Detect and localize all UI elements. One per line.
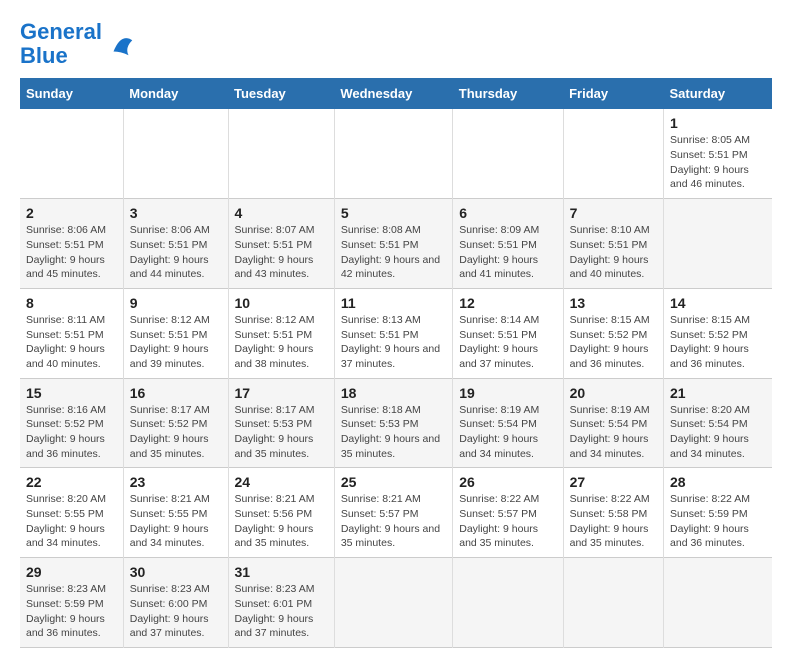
calendar-day: 21Sunrise: 8:20 AMSunset: 5:54 PMDayligh… bbox=[664, 378, 772, 468]
weekday-header-monday: Monday bbox=[123, 78, 228, 109]
calendar-day-empty bbox=[123, 109, 228, 198]
calendar-day: 17Sunrise: 8:17 AMSunset: 5:53 PMDayligh… bbox=[228, 378, 334, 468]
calendar-day: 26Sunrise: 8:22 AMSunset: 5:57 PMDayligh… bbox=[453, 468, 563, 558]
calendar-day: 4Sunrise: 8:07 AMSunset: 5:51 PMDaylight… bbox=[228, 199, 334, 289]
calendar-day: 30Sunrise: 8:23 AMSunset: 6:00 PMDayligh… bbox=[123, 558, 228, 648]
calendar-day: 7Sunrise: 8:10 AMSunset: 5:51 PMDaylight… bbox=[563, 199, 663, 289]
calendar-day: 25Sunrise: 8:21 AMSunset: 5:57 PMDayligh… bbox=[334, 468, 452, 558]
calendar-day: 11Sunrise: 8:13 AMSunset: 5:51 PMDayligh… bbox=[334, 288, 452, 378]
calendar-day: 29Sunrise: 8:23 AMSunset: 5:59 PMDayligh… bbox=[20, 558, 123, 648]
calendar-week-row: 8Sunrise: 8:11 AMSunset: 5:51 PMDaylight… bbox=[20, 288, 772, 378]
calendar-day: 16Sunrise: 8:17 AMSunset: 5:52 PMDayligh… bbox=[123, 378, 228, 468]
calendar-day-empty bbox=[20, 109, 123, 198]
logo-icon bbox=[106, 29, 136, 59]
calendar-day: 19Sunrise: 8:19 AMSunset: 5:54 PMDayligh… bbox=[453, 378, 563, 468]
logo-text: GeneralBlue bbox=[20, 20, 102, 68]
calendar-day-empty bbox=[664, 558, 772, 648]
calendar-day: 27Sunrise: 8:22 AMSunset: 5:58 PMDayligh… bbox=[563, 468, 663, 558]
calendar-day: 22Sunrise: 8:20 AMSunset: 5:55 PMDayligh… bbox=[20, 468, 123, 558]
calendar-body: 1Sunrise: 8:05 AMSunset: 5:51 PMDaylight… bbox=[20, 109, 772, 647]
calendar-day-empty bbox=[563, 109, 663, 198]
calendar-day: 12Sunrise: 8:14 AMSunset: 5:51 PMDayligh… bbox=[453, 288, 563, 378]
calendar-day-empty bbox=[228, 109, 334, 198]
calendar-day: 31Sunrise: 8:23 AMSunset: 6:01 PMDayligh… bbox=[228, 558, 334, 648]
logo: GeneralBlue bbox=[20, 20, 136, 68]
calendar-day: 13Sunrise: 8:15 AMSunset: 5:52 PMDayligh… bbox=[563, 288, 663, 378]
calendar-week-row: 22Sunrise: 8:20 AMSunset: 5:55 PMDayligh… bbox=[20, 468, 772, 558]
calendar-week-row: 1Sunrise: 8:05 AMSunset: 5:51 PMDaylight… bbox=[20, 109, 772, 198]
calendar-day: 23Sunrise: 8:21 AMSunset: 5:55 PMDayligh… bbox=[123, 468, 228, 558]
calendar-week-row: 15Sunrise: 8:16 AMSunset: 5:52 PMDayligh… bbox=[20, 378, 772, 468]
calendar-day: 15Sunrise: 8:16 AMSunset: 5:52 PMDayligh… bbox=[20, 378, 123, 468]
calendar-day: 20Sunrise: 8:19 AMSunset: 5:54 PMDayligh… bbox=[563, 378, 663, 468]
weekday-header-sunday: Sunday bbox=[20, 78, 123, 109]
calendar-header: SundayMondayTuesdayWednesdayThursdayFrid… bbox=[20, 78, 772, 109]
calendar-day: 8Sunrise: 8:11 AMSunset: 5:51 PMDaylight… bbox=[20, 288, 123, 378]
calendar-day: 28Sunrise: 8:22 AMSunset: 5:59 PMDayligh… bbox=[664, 468, 772, 558]
calendar-week-row: 29Sunrise: 8:23 AMSunset: 5:59 PMDayligh… bbox=[20, 558, 772, 648]
calendar-day: 5Sunrise: 8:08 AMSunset: 5:51 PMDaylight… bbox=[334, 199, 452, 289]
calendar-day: 6Sunrise: 8:09 AMSunset: 5:51 PMDaylight… bbox=[453, 199, 563, 289]
calendar-day-empty bbox=[334, 109, 452, 198]
calendar-day: 10Sunrise: 8:12 AMSunset: 5:51 PMDayligh… bbox=[228, 288, 334, 378]
calendar-day: 3Sunrise: 8:06 AMSunset: 5:51 PMDaylight… bbox=[123, 199, 228, 289]
calendar-table: SundayMondayTuesdayWednesdayThursdayFrid… bbox=[20, 78, 772, 648]
calendar-day-empty bbox=[453, 109, 563, 198]
weekday-header-saturday: Saturday bbox=[664, 78, 772, 109]
calendar-day: 9Sunrise: 8:12 AMSunset: 5:51 PMDaylight… bbox=[123, 288, 228, 378]
weekday-header-wednesday: Wednesday bbox=[334, 78, 452, 109]
calendar-day-empty bbox=[664, 199, 772, 289]
weekday-header-friday: Friday bbox=[563, 78, 663, 109]
weekday-header-tuesday: Tuesday bbox=[228, 78, 334, 109]
calendar-day-empty bbox=[563, 558, 663, 648]
calendar-week-row: 2Sunrise: 8:06 AMSunset: 5:51 PMDaylight… bbox=[20, 199, 772, 289]
calendar-day-empty bbox=[453, 558, 563, 648]
weekday-header-row: SundayMondayTuesdayWednesdayThursdayFrid… bbox=[20, 78, 772, 109]
calendar-day: 14Sunrise: 8:15 AMSunset: 5:52 PMDayligh… bbox=[664, 288, 772, 378]
page-header: GeneralBlue bbox=[20, 20, 772, 68]
weekday-header-thursday: Thursday bbox=[453, 78, 563, 109]
calendar-day-empty bbox=[334, 558, 452, 648]
calendar-day: 24Sunrise: 8:21 AMSunset: 5:56 PMDayligh… bbox=[228, 468, 334, 558]
calendar-day: 1Sunrise: 8:05 AMSunset: 5:51 PMDaylight… bbox=[664, 109, 772, 198]
calendar-day: 18Sunrise: 8:18 AMSunset: 5:53 PMDayligh… bbox=[334, 378, 452, 468]
calendar-day: 2Sunrise: 8:06 AMSunset: 5:51 PMDaylight… bbox=[20, 199, 123, 289]
